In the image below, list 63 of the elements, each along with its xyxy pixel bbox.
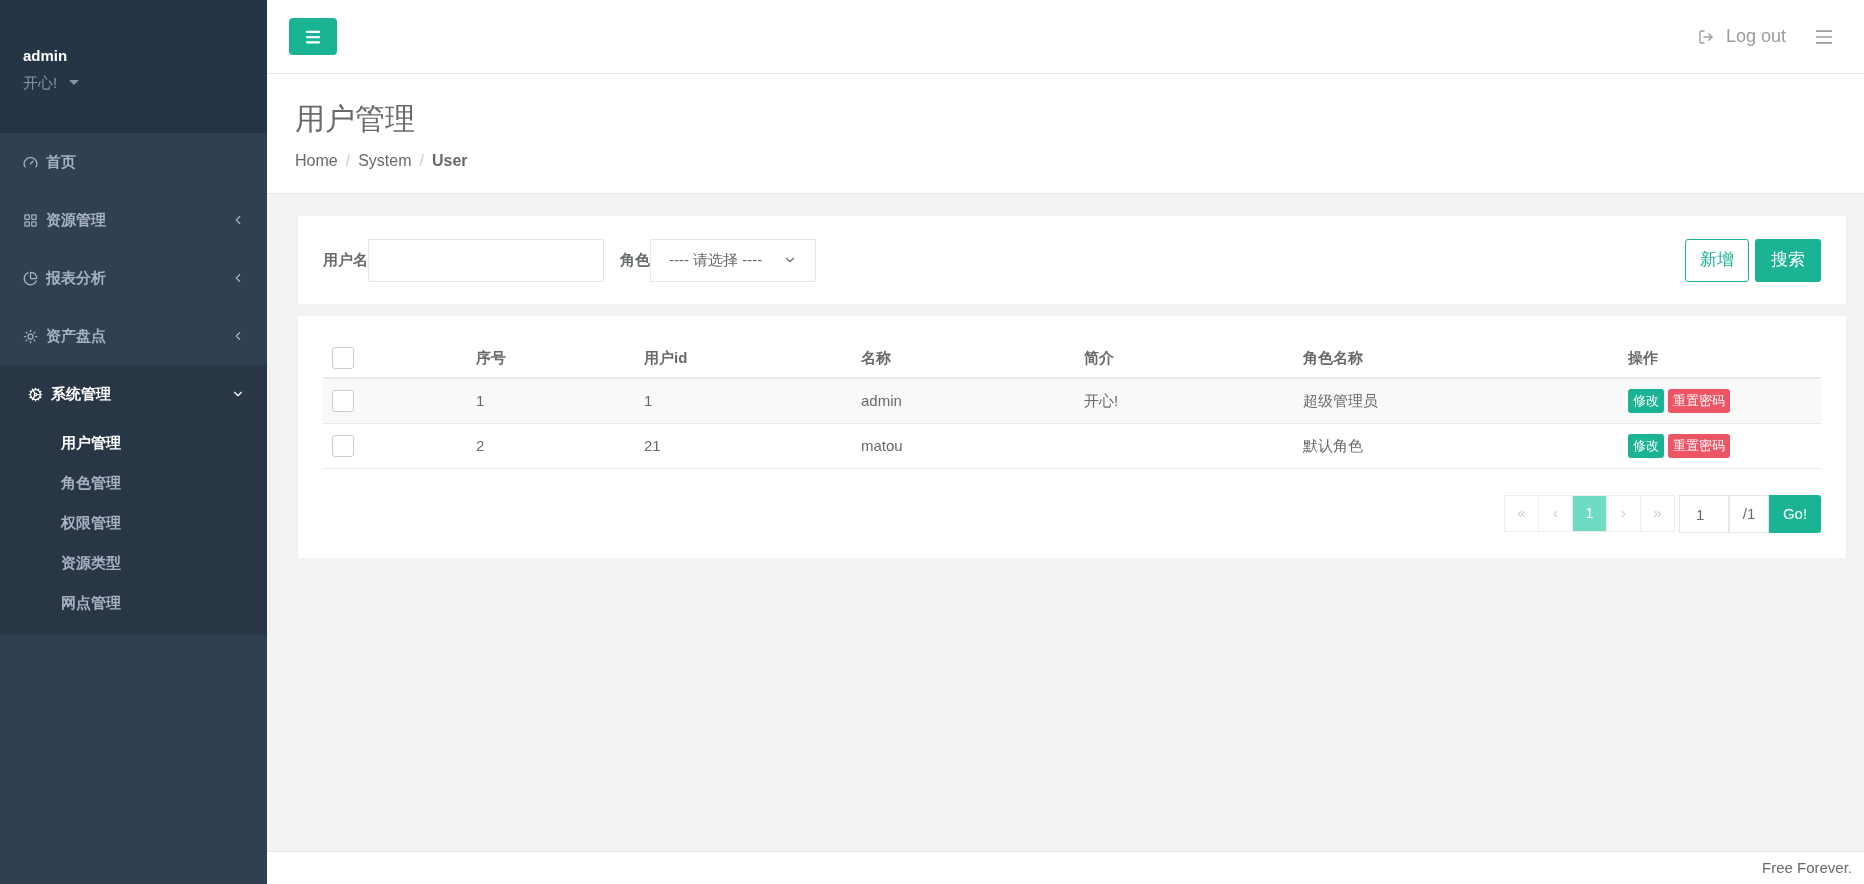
submenu-item[interactable]: 用户管理 [0, 423, 267, 463]
page-total: /1 [1729, 495, 1769, 533]
edit-button[interactable]: 修改 [1628, 389, 1664, 413]
profile-menu[interactable]: 开心! [23, 71, 80, 94]
checkbox[interactable] [332, 435, 354, 457]
nav-item[interactable]: 报表分析 [0, 249, 267, 307]
search-button[interactable]: 搜索 [1755, 238, 1821, 282]
sun-icon [23, 328, 38, 344]
breadcrumb-separator: / [345, 151, 351, 171]
breadcrumb-item: User [431, 151, 468, 171]
table-cell-text: matou [861, 435, 904, 456]
username-input[interactable] [368, 238, 604, 282]
table-cell-text: 1 [644, 390, 654, 411]
column-header: 用户id [644, 347, 689, 368]
add-button[interactable]: 新增 [1685, 238, 1749, 282]
table-cell-text: admin [861, 390, 903, 411]
menu-toggle-button[interactable] [289, 18, 337, 55]
breadcrumb-separator: / [419, 151, 424, 171]
caret-icon [69, 80, 80, 86]
reset-password-button[interactable]: 重置密码 [1668, 434, 1730, 458]
pie-chart-icon [23, 270, 38, 286]
field-label: 用户名 [323, 249, 368, 270]
nav-item[interactable]: 资产盘点 [0, 307, 267, 365]
logout-link[interactable]: Log out [1697, 23, 1786, 50]
table-cell-text: 21 [644, 435, 662, 456]
checkbox[interactable] [332, 390, 354, 412]
page-input[interactable]: 1 [1679, 495, 1729, 533]
breadcrumb-item[interactable]: Home [295, 149, 338, 173]
edit-button[interactable]: 修改 [1628, 434, 1664, 458]
nav-label: 首页 [46, 151, 77, 172]
footer-text: Free Forever. [1761, 857, 1852, 878]
table-cell-text: 默认角色 [1303, 435, 1364, 456]
submenu-item[interactable]: 网点管理 [0, 583, 267, 623]
table-cell-text: 开心! [1084, 390, 1120, 411]
reset-password-button[interactable]: 重置密码 [1668, 389, 1730, 413]
field-label: 角色 [620, 249, 650, 270]
profile-name: admin [23, 46, 69, 66]
grid-icon [23, 212, 38, 228]
column-header: 简介 [1084, 347, 1115, 368]
column-header: 角色名称 [1303, 347, 1364, 368]
go-button[interactable]: Go! [1769, 495, 1821, 533]
nav-label: 报表分析 [46, 267, 107, 288]
table-cell-text: 2 [476, 435, 486, 456]
submenu-item[interactable]: 角色管理 [0, 463, 267, 503]
column-header: 序号 [476, 347, 507, 368]
gear-icon [28, 386, 43, 402]
column-header: 操作 [1628, 347, 1659, 368]
nav-label: 系统管理 [51, 383, 112, 404]
checkbox[interactable] [332, 347, 354, 369]
logout-icon [1697, 28, 1714, 45]
table-cell-text: 1 [476, 390, 486, 411]
submenu-item[interactable]: 权限管理 [0, 503, 267, 543]
page-title: 用户管理 [295, 101, 416, 137]
table-cell-text: 超级管理员 [1303, 390, 1379, 411]
nav-item[interactable]: 首页 [0, 133, 267, 191]
role-select[interactable]: ---- 请选择 ---- [650, 238, 816, 282]
submenu-item[interactable]: 资源类型 [0, 543, 267, 583]
nav-label: 资产盘点 [46, 325, 107, 346]
nav-label: 资源管理 [46, 209, 107, 230]
nav-item[interactable]: 资源管理 [0, 191, 267, 249]
breadcrumb-item[interactable]: System [358, 149, 412, 173]
column-header: 名称 [861, 347, 892, 368]
gauge-icon [23, 154, 38, 170]
